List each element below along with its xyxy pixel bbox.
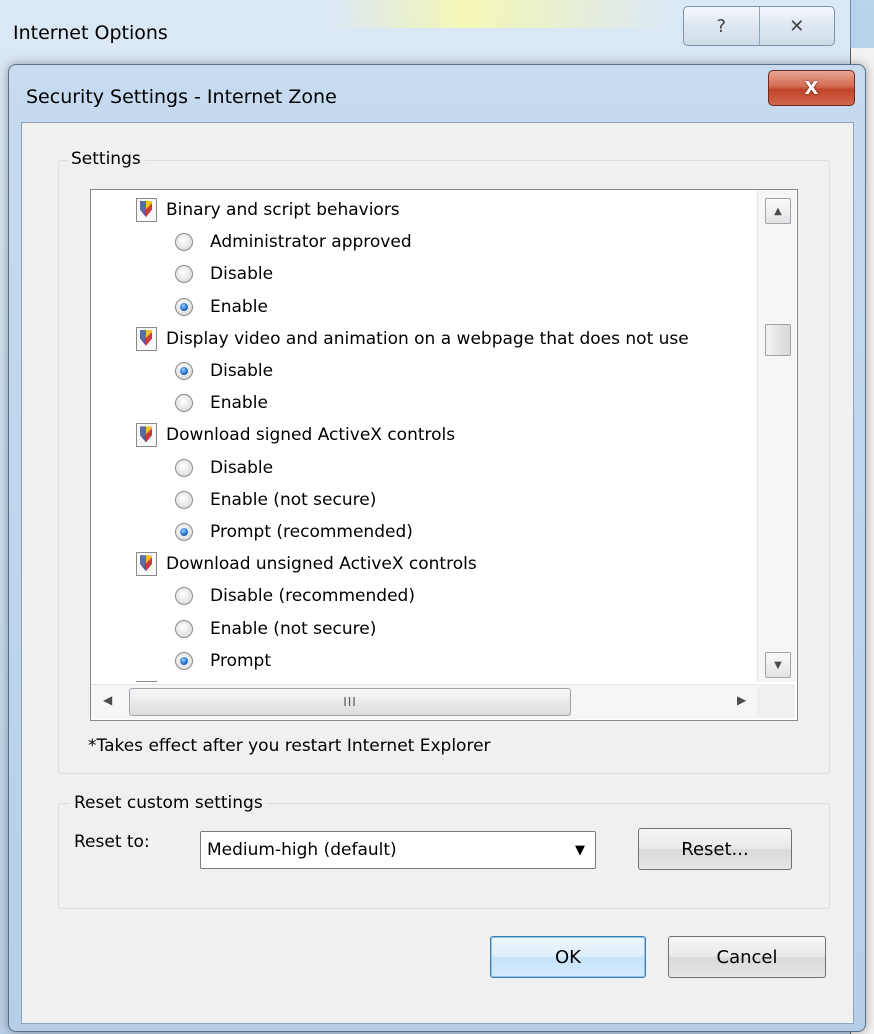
setting-category: Display video and animation on a webpage…	[135, 323, 689, 355]
option-label: Disable	[210, 264, 274, 285]
option-label: Prompt (recommended)	[210, 522, 413, 542]
category-label: Download unsigned ActiveX controls	[166, 554, 477, 575]
scroll-up-button[interactable]: ▲	[765, 198, 791, 224]
category-label: Binary and script behaviors	[166, 200, 400, 220]
scroll-down-button[interactable]: ▼	[765, 652, 791, 678]
radio-selected[interactable]	[175, 523, 193, 541]
radio-selected[interactable]	[175, 362, 193, 380]
scroll-right-button[interactable]: ▶	[737, 693, 746, 707]
setting-option[interactable]: Prompt (recommended)	[175, 516, 413, 548]
setting-option[interactable]: Enable (not secure)	[175, 613, 376, 645]
category-label: Download signed ActiveX controls	[166, 425, 456, 446]
radio-unselected[interactable]	[175, 394, 193, 413]
category-label: Display video and animation on a webpage…	[166, 328, 689, 349]
option-label: Enable (not secure)	[210, 489, 377, 510]
security-setting-icon	[135, 423, 157, 448]
option-label: Prompt	[210, 650, 271, 671]
radio-unselected[interactable]	[175, 265, 193, 284]
security-setting-icon	[135, 681, 157, 682]
restart-note: *Takes effect after you restart Internet…	[88, 736, 491, 756]
setting-option[interactable]: Disable	[175, 452, 273, 484]
option-label: Enable (not secure)	[210, 618, 377, 639]
reset-button[interactable]: Reset...	[638, 828, 792, 870]
dialog-close-button[interactable]: X	[768, 70, 855, 106]
internet-options-close-button[interactable]: ✕	[758, 7, 835, 45]
ok-button[interactable]: OK	[490, 936, 646, 978]
option-label: Disable	[210, 361, 274, 381]
security-setting-icon	[135, 552, 157, 577]
setting-option[interactable]: Enable (not secure)	[175, 484, 376, 516]
security-setting-icon	[135, 198, 157, 222]
setting-option[interactable]: Enable	[175, 387, 268, 419]
scrollbar-corner	[757, 684, 795, 718]
radio-unselected[interactable]	[175, 587, 193, 606]
dialog-title: Security Settings - Internet Zone	[26, 86, 337, 108]
internet-options-caption-buttons: ? ✕	[683, 6, 835, 46]
setting-category: Download signed ActiveX controls	[135, 419, 455, 451]
radio-selected[interactable]	[175, 297, 193, 316]
radio-unselected[interactable]	[175, 458, 193, 477]
option-label: Disable	[210, 457, 274, 478]
radio-unselected[interactable]	[175, 233, 193, 252]
setting-option[interactable]: Disable (recommended)	[175, 580, 415, 612]
settings-list[interactable]: Binary and script behaviors Administrator…	[90, 189, 798, 721]
setting-option[interactable]: Enable	[175, 291, 268, 323]
reset-group-label: Reset custom settings	[70, 793, 267, 813]
option-label: Enable	[210, 296, 268, 317]
internet-options-title: Internet Options	[13, 22, 168, 44]
setting-category: Download unsigned ActiveX controls	[135, 548, 477, 580]
reset-to-label: Reset to:	[74, 832, 150, 852]
scroll-left-button[interactable]: ◀	[103, 693, 112, 707]
cancel-button[interactable]: Cancel	[668, 936, 826, 978]
vertical-scrollbar[interactable]: ▲ ▼	[757, 190, 796, 682]
settings-list-viewport: Binary and script behaviors Administrator…	[91, 190, 757, 682]
option-label: Enable	[210, 393, 268, 414]
setting-option[interactable]: Administrator approved	[175, 226, 412, 258]
setting-option[interactable]: Disable	[175, 355, 273, 387]
vertical-scroll-thumb[interactable]	[765, 324, 791, 356]
option-label: Administrator approved	[210, 232, 412, 253]
reset-level-value: Medium-high (default)	[207, 840, 397, 860]
chevron-down-icon: ▼	[575, 842, 585, 858]
settings-group-label: Settings	[67, 149, 145, 169]
horizontal-scroll-thumb[interactable]: III	[129, 688, 571, 716]
option-label: Disable (recommended)	[210, 586, 415, 607]
setting-option[interactable]: Prompt	[175, 645, 271, 677]
radio-unselected[interactable]	[175, 619, 193, 638]
horizontal-scrollbar[interactable]: ◀ III ▶	[91, 684, 757, 719]
title-glare	[330, 0, 670, 28]
setting-category: Initialize and script ActiveX controls n…	[135, 677, 682, 682]
help-button[interactable]: ?	[684, 7, 759, 45]
reset-level-dropdown[interactable]: Medium-high (default) ▼	[200, 831, 596, 869]
security-setting-icon	[135, 326, 157, 351]
setting-option[interactable]: Disable	[175, 258, 273, 290]
radio-selected[interactable]	[175, 651, 193, 670]
radio-unselected[interactable]	[175, 490, 193, 509]
setting-category: Binary and script behaviors	[135, 194, 400, 226]
